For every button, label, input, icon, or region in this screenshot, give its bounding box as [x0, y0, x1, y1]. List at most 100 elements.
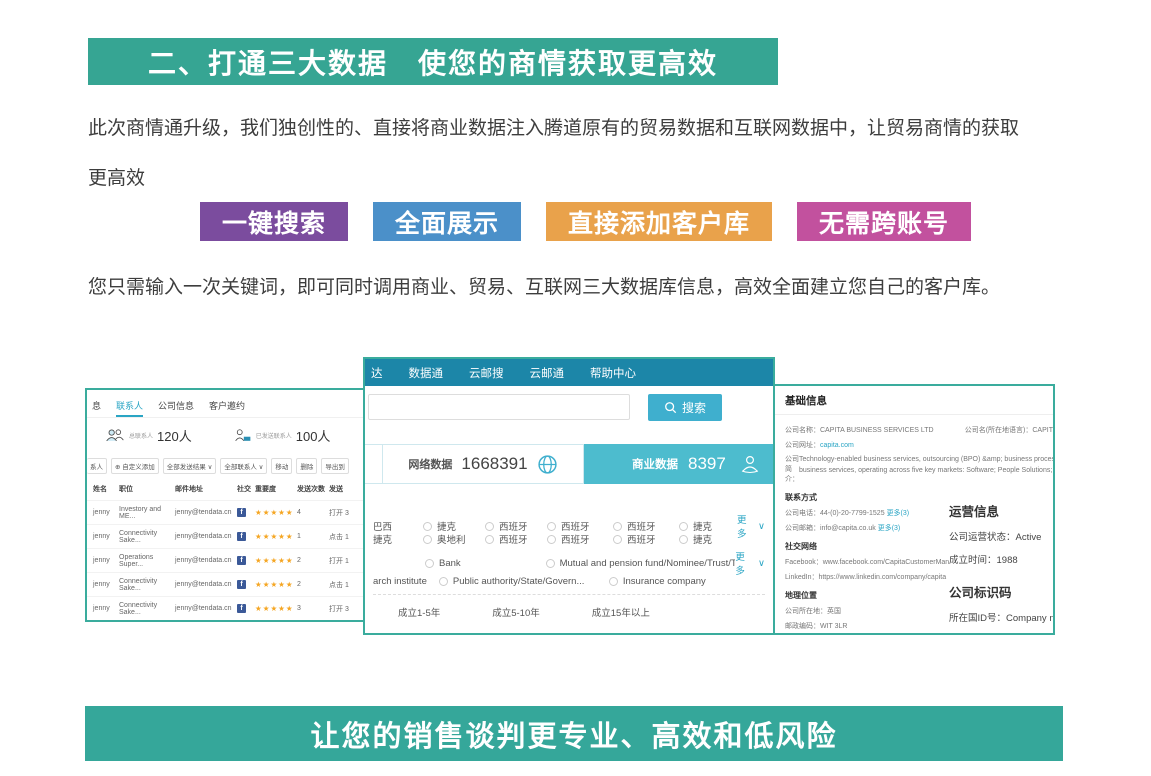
website-link[interactable]: capita.com — [820, 442, 854, 449]
country-option[interactable]: 西班牙 — [547, 519, 613, 533]
intro-line-1: 此次商情通升级，我们独创性的、直接将商业数据注入腾道原有的贸易数据和互联网数据中… — [88, 104, 1098, 154]
col-email: 邮件地址 — [175, 484, 237, 494]
type-lead-partial: arch institute — [373, 576, 427, 587]
radio-icon[interactable] — [485, 535, 494, 544]
nav-item-yunyoutong[interactable]: 云邮通 — [530, 365, 565, 381]
delete-button[interactable]: 删除 — [296, 458, 317, 474]
move-button[interactable]: 移动 — [271, 458, 292, 474]
group-icon — [105, 428, 125, 443]
feature-badges: 一键搜索 全面展示 直接添加客户库 无需跨账号 — [200, 202, 971, 241]
legal-code-row: 法人机构代码：-- — [949, 633, 1055, 635]
filter-lead: 巴西 — [373, 519, 423, 533]
type-option[interactable]: Insurance company — [609, 576, 706, 587]
tab-customer-invite[interactable]: 客户邀约 — [209, 399, 245, 417]
country-option[interactable]: 捷克 — [679, 532, 737, 546]
type-option[interactable]: Bank — [425, 558, 546, 569]
country-option[interactable]: 西班牙 — [485, 532, 547, 546]
radio-icon[interactable] — [679, 522, 688, 531]
country-option[interactable]: 西班牙 — [485, 519, 547, 533]
stat-total-contacts: 总联系人 120人 — [105, 426, 192, 445]
table-row[interactable]: jennyConnectivity Sake... jenny@tendata.… — [87, 524, 373, 548]
company-name: CAPITA BUSINESS SERVICES LTD — [820, 427, 934, 434]
radio-icon[interactable] — [485, 522, 494, 531]
facebook-icon[interactable]: f — [237, 556, 246, 565]
radio-icon[interactable] — [546, 559, 555, 568]
contacts-tab-bar: 息 联系人 公司信息 客户邀约 — [87, 390, 373, 418]
intro-paragraph: 此次商情通升级，我们独创性的、直接将商业数据注入腾道原有的贸易数据和互联网数据中… — [88, 104, 1098, 204]
badge-full-display: 全面展示 — [373, 202, 521, 241]
country-option[interactable]: 奥地利 — [423, 532, 485, 546]
radio-icon[interactable] — [547, 522, 556, 531]
radio-icon[interactable] — [423, 522, 432, 531]
table-row[interactable]: jennyConnectivity Sake... jenny@tendata.… — [87, 596, 373, 620]
stat-label: 总联系人 — [129, 431, 153, 440]
radio-icon[interactable] — [613, 522, 622, 531]
chevron-down-icon: ∨ — [758, 558, 765, 569]
radio-icon[interactable] — [613, 535, 622, 544]
country-option[interactable]: 捷克 — [679, 519, 737, 533]
linkedin-url[interactable]: https://www.linkedin.com/company/capita — [818, 574, 946, 581]
founded-option[interactable]: 成立5-10年 — [492, 605, 540, 619]
founded-option[interactable]: 成立1-5年 — [398, 605, 440, 619]
country-id-row: 所在国ID号：Company nu — [949, 610, 1055, 624]
type-option[interactable]: Mutual and pension fund/Nominee/Trust/Tr… — [546, 558, 736, 569]
radio-icon[interactable] — [423, 535, 432, 544]
search-icon — [664, 401, 677, 414]
badge-no-account-switch: 无需跨账号 — [797, 202, 971, 241]
country-option[interactable]: 西班牙 — [547, 532, 613, 546]
phone-more-link[interactable]: 更多(3) — [887, 510, 910, 517]
table-row[interactable]: jennyConnectivity Sake... jenny@tendata.… — [87, 572, 373, 596]
country-option[interactable]: 捷克 — [423, 519, 485, 533]
more-link[interactable]: 更多∨ — [735, 549, 765, 577]
tab-contacts[interactable]: 联系人 — [116, 399, 143, 417]
status-value: Active — [1016, 532, 1042, 543]
stat-label: 已发送联系人 — [256, 431, 292, 440]
export-button[interactable]: 导出到 — [321, 458, 349, 474]
importance-stars: ★★★★★ — [255, 508, 297, 517]
more-link[interactable]: 更多∨ — [737, 512, 765, 540]
founded-option[interactable]: 成立15年以上 — [592, 605, 650, 619]
chevron-down-icon: ∨ — [259, 464, 264, 471]
search-bar: 搜索 — [365, 386, 773, 428]
country-filter-row: 捷克 奥地利 西班牙 西班牙 西班牙 捷克 — [373, 530, 765, 548]
send-result-filter[interactable]: 全部发送结果 ∨ — [163, 458, 217, 474]
nav-item-help-center[interactable]: 帮助中心 — [590, 365, 636, 381]
partial-contacts-chip[interactable]: 系人 — [87, 458, 107, 474]
nav-item-datatong[interactable]: 数据通 — [409, 365, 444, 381]
country-option[interactable]: 西班牙 — [613, 532, 679, 546]
chevron-down-icon: ∨ — [758, 521, 765, 532]
search-button[interactable]: 搜索 — [648, 394, 722, 421]
table-row[interactable]: jennyInvestory and ME... jenny@tendata.c… — [87, 500, 373, 524]
type-option[interactable]: Public authority/State/Govern... — [439, 576, 609, 587]
col-importance: 重要度 — [255, 484, 297, 494]
facebook-icon[interactable]: f — [237, 508, 246, 517]
facebook-icon[interactable]: f — [237, 580, 246, 589]
radio-icon[interactable] — [679, 535, 688, 544]
nav-item-partial[interactable]: 达 — [371, 365, 383, 381]
tab-business-data[interactable]: 商业数据 8397 — [584, 444, 773, 484]
radio-icon[interactable] — [425, 559, 434, 568]
radio-icon[interactable] — [547, 535, 556, 544]
radio-icon[interactable] — [609, 577, 618, 586]
country-option[interactable]: 西班牙 — [613, 519, 679, 533]
website-row: 公司网址：capita.com — [785, 440, 1053, 450]
top-navbar: 达 数据通 云邮搜 云邮通 帮助中心 — [365, 359, 773, 386]
tab-company-info[interactable]: 公司信息 — [158, 399, 194, 417]
footer-title: 让您的销售谈判更专业、高效和低风险 — [310, 713, 837, 755]
importance-stars: ★★★★★ — [255, 580, 297, 589]
founded-row: 成立时间：1988 — [949, 552, 1055, 566]
custom-add-button[interactable]: ⊕ 自定义添加 — [111, 458, 159, 474]
data-source-tabs: 网络数据 1668391 商业数据 8397 — [365, 444, 773, 484]
facebook-icon[interactable]: f — [237, 532, 246, 541]
tab-info-partial[interactable]: 息 — [92, 399, 101, 417]
contact-filter[interactable]: 全部联系人 ∨ — [220, 458, 267, 474]
email-more-link[interactable]: 更多(3) — [878, 525, 901, 532]
search-input[interactable] — [368, 394, 630, 420]
col-name: 姓名 — [93, 484, 119, 494]
table-row[interactable]: jennyOperations Super... jenny@tendata.c… — [87, 548, 373, 572]
radio-icon[interactable] — [439, 577, 448, 586]
facebook-icon[interactable]: f — [237, 604, 246, 613]
tab-web-data[interactable]: 网络数据 1668391 — [382, 444, 584, 484]
nav-item-yunyousou[interactable]: 云邮搜 — [469, 365, 504, 381]
dashed-divider — [373, 594, 765, 595]
